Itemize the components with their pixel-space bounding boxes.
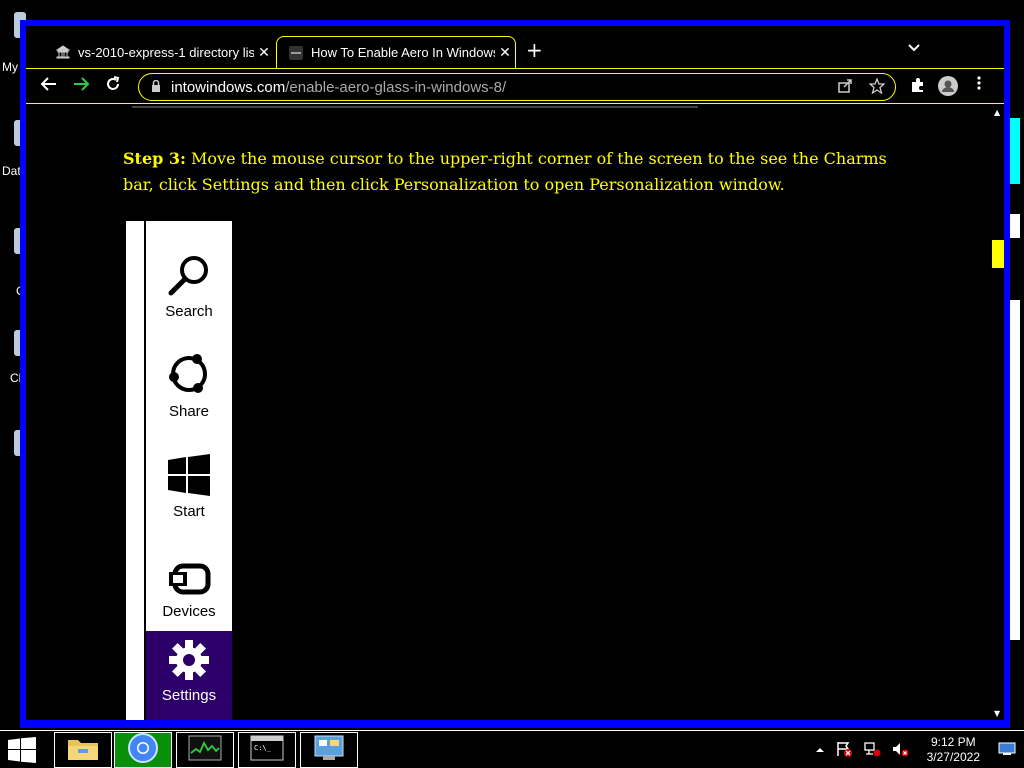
search-icon — [146, 241, 232, 303]
lock-icon[interactable] — [151, 79, 161, 95]
charm-label: Settings — [161, 687, 217, 704]
scrollbar-thumb[interactable] — [992, 240, 1004, 268]
desktop-icon-other[interactable] — [0, 430, 26, 470]
taskbar-file-explorer[interactable] — [54, 732, 112, 768]
tab-title: How To Enable Aero In Windows — [311, 45, 495, 60]
scroll-down-arrow-icon[interactable]: ▼ — [994, 709, 1000, 718]
command-prompt-icon: C:\_ — [250, 735, 284, 765]
charm-share: Share — [146, 341, 232, 441]
scroll-up-arrow-icon[interactable]: ▲ — [994, 108, 1000, 117]
url-path: /enable-aero-glass-in-windows-8/ — [285, 78, 507, 96]
tab-close-icon[interactable]: ✕ — [495, 44, 515, 61]
bank-icon — [56, 45, 70, 59]
share-icon — [146, 341, 232, 403]
desktop-icon-label: Dat — [2, 164, 21, 178]
page-content: Step 3: Move the mouse cursor to the upp… — [26, 106, 992, 720]
tab-search-button[interactable] — [908, 40, 920, 56]
desktop-icon-label: My — [2, 60, 18, 74]
new-tab-button[interactable]: + — [526, 38, 543, 62]
desktop-icon-data[interactable] — [0, 120, 26, 160]
vertical-scrollbar[interactable]: ▲ ▼ — [992, 106, 1004, 720]
step-text: Move the mouse cursor to the upper-right… — [123, 149, 887, 194]
forward-button[interactable] — [70, 75, 92, 97]
tab-strip: vs-2010-express-1 directory listin ✕ How… — [26, 26, 1004, 70]
taskbar-command-prompt[interactable]: C:\_ — [238, 732, 296, 768]
charm-search: Search — [146, 241, 232, 341]
taskbar-performance-monitor[interactable] — [176, 732, 234, 768]
charm-devices: Devices — [146, 541, 232, 641]
share-page-icon[interactable] — [837, 78, 853, 98]
performance-monitor-icon — [188, 735, 222, 765]
desktop-icon-my-computer[interactable] — [0, 12, 26, 52]
folder-icon — [66, 734, 100, 766]
charms-bar-image: Search Share Start Devices Settings — [126, 221, 232, 720]
reload-button[interactable] — [102, 75, 124, 97]
charm-settings: Settings — [146, 631, 232, 720]
tab-vs-2010-express[interactable]: vs-2010-express-1 directory listin ✕ — [44, 36, 274, 68]
gear-icon — [146, 631, 232, 687]
extensions-puzzle-icon[interactable] — [910, 77, 926, 97]
show-desktop-icon[interactable] — [998, 742, 1016, 759]
desktop-icon-c[interactable] — [0, 228, 26, 268]
windows-logo-icon — [146, 441, 232, 503]
page-favicon-icon — [289, 45, 303, 60]
charm-start: Start — [146, 441, 232, 541]
browser-toolbar: intowindows.com /enable-aero-glass-in-wi… — [26, 68, 1004, 104]
charm-label: Devices — [162, 603, 216, 620]
start-button[interactable] — [8, 737, 38, 763]
network-icon[interactable] — [863, 740, 881, 761]
show-hidden-icons-icon[interactable] — [815, 743, 825, 757]
clock-date: 3/27/2022 — [926, 750, 980, 764]
charm-label: Share — [168, 403, 210, 420]
charm-label: Search — [165, 303, 213, 320]
desktop-accent — [1010, 118, 1020, 184]
taskbar-control-panel[interactable] — [300, 732, 358, 768]
step-3-paragraph: Step 3: Move the mouse cursor to the upp… — [123, 146, 903, 198]
tab-close-icon[interactable]: ✕ — [254, 44, 274, 61]
desktop-accent — [1010, 300, 1020, 640]
svg-text:C:\_: C:\_ — [254, 744, 272, 752]
bookmark-star-icon[interactable] — [868, 77, 886, 98]
profile-avatar[interactable] — [938, 76, 958, 96]
chrome-icon — [128, 733, 158, 767]
system-tray: 9:12 PM 3/27/2022 — [815, 731, 1024, 768]
devices-icon — [146, 541, 232, 603]
url-domain: intowindows.com — [171, 78, 286, 96]
tab-how-to-enable-aero[interactable]: How To Enable Aero In Windows ✕ — [276, 36, 516, 68]
back-button[interactable] — [38, 75, 60, 97]
volume-muted-icon[interactable] — [891, 740, 909, 761]
desktop-icon-cl[interactable] — [0, 330, 26, 370]
control-panel-icon — [313, 734, 345, 766]
browser-window: vs-2010-express-1 directory listin ✕ How… — [20, 20, 1010, 728]
tab-title: vs-2010-express-1 directory listin — [78, 44, 254, 60]
charm-label: Start — [173, 503, 205, 520]
action-center-flag-icon[interactable] — [835, 740, 853, 761]
desktop-accent — [1010, 214, 1020, 238]
divider — [132, 106, 698, 108]
taskbar-chrome[interactable] — [114, 732, 172, 768]
address-bar[interactable]: intowindows.com /enable-aero-glass-in-wi… — [138, 73, 896, 101]
taskbar-clock[interactable]: 9:12 PM 3/27/2022 — [927, 735, 980, 765]
step-label: Step 3: — [123, 149, 186, 168]
taskbar: C:\_ 9:12 PM 3/27/2022 — [0, 730, 1024, 768]
clock-time: 9:12 PM — [930, 735, 976, 749]
browser-menu-icon[interactable] — [976, 75, 982, 95]
